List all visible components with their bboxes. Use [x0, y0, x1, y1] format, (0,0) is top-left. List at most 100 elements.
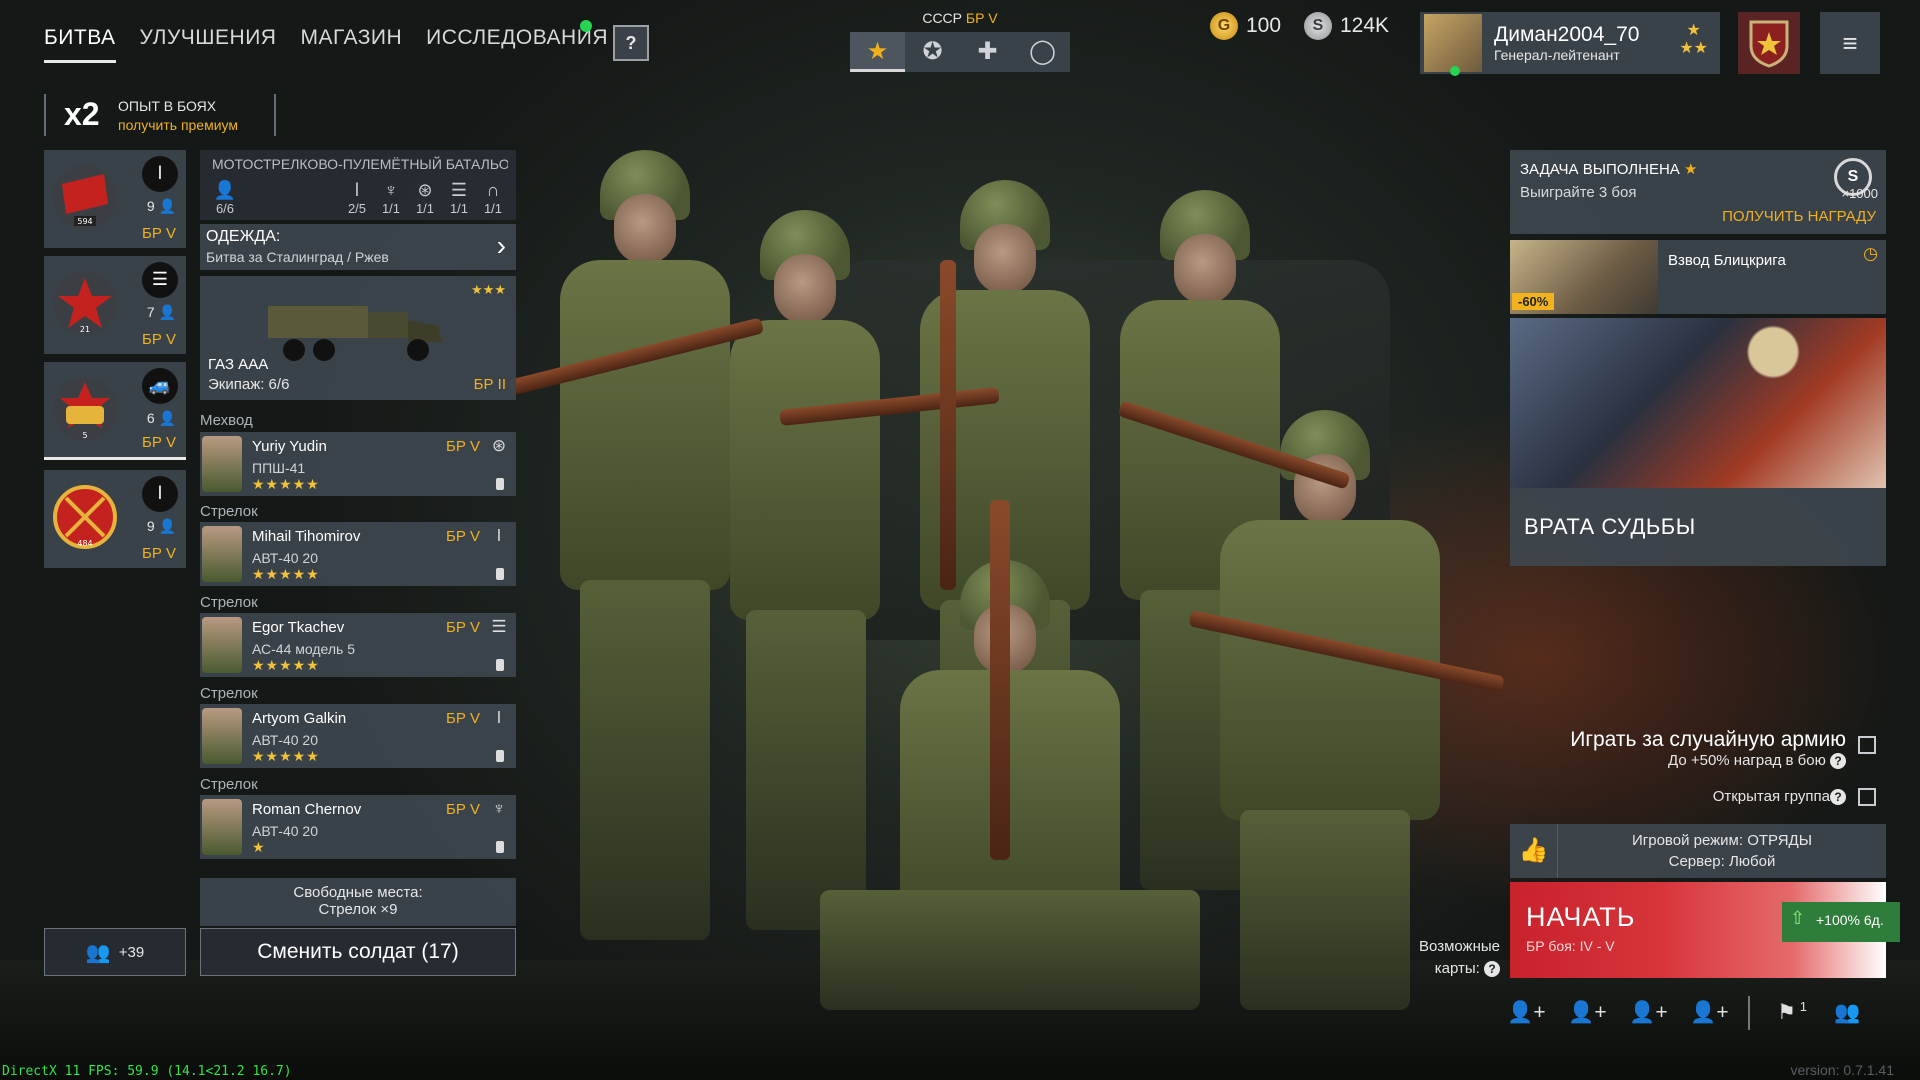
soviet-star-icon[interactable]: ★: [850, 32, 905, 72]
stat-driver: ⊛ 1/1: [408, 180, 442, 216]
discount-badge: -60%: [1512, 293, 1555, 310]
soldier-stars: ★★★★★: [252, 566, 320, 582]
random-army-checkbox[interactable]: [1858, 736, 1876, 754]
add-friend-icon[interactable]: 👤+: [1679, 994, 1740, 1032]
nation-selector: СССР БР V ★ ✪ ✚ ◯: [850, 10, 1070, 72]
tab-battle[interactable]: БИТВА: [44, 26, 116, 63]
task-card[interactable]: ЗАДАЧА ВЫПОЛНЕНА ★ Выиграйте 3 боя S ×10…: [1510, 150, 1886, 234]
squad-br: БР V: [141, 545, 176, 562]
soldier-name: Roman Chernov: [252, 801, 362, 818]
tab-research[interactable]: ИССЛЕДОВАНИЯ: [426, 26, 608, 63]
offer-card[interactable]: -60% Взвод Блицкрига ◷: [1510, 240, 1886, 314]
open-group-checkbox[interactable]: [1858, 788, 1876, 806]
version-label: version: 0.7.1.41: [1790, 1062, 1894, 1078]
squad-card-3[interactable]: 5 🚙 6 👤 БР V: [44, 362, 186, 460]
invite-friends-button[interactable]: 👥 +39: [44, 928, 186, 976]
soldier-row[interactable]: Yuriy Yudin ППШ-41 ★★★★★ БР V ⊛: [200, 432, 516, 496]
squad-count: 9: [146, 518, 155, 534]
soldier-br: БР V: [446, 710, 481, 727]
help-button[interactable]: ?: [613, 25, 649, 61]
squad-card-4[interactable]: 484 ǀ 9 👤 БР V: [44, 470, 186, 568]
flag-icon[interactable]: ⚑ 1: [1756, 994, 1817, 1032]
usa-star-icon[interactable]: ✚: [960, 32, 1015, 72]
japan-circle-icon[interactable]: ◯: [1015, 32, 1070, 72]
soldier-row[interactable]: Egor Tkachev АС-44 модель 5 ★★★★★ БР V ☰: [200, 613, 516, 677]
friends-group-icon[interactable]: 👥: [1817, 994, 1878, 1032]
german-cross-icon[interactable]: ✪: [905, 32, 960, 72]
soldier-name: Yuriy Yudin: [252, 438, 327, 455]
shield-icon: [1749, 20, 1789, 68]
soldier-portrait: [202, 617, 242, 673]
outfit-selector[interactable]: ОДЕЖДА: Битва за Сталинград / Ржев ›: [200, 224, 516, 270]
outfit-value: Битва за Сталинград / Ржев: [206, 249, 389, 265]
radio-icon: ☰: [450, 180, 468, 200]
grenade-icon: [496, 568, 504, 580]
steering-wheel-icon: ⊛: [417, 180, 433, 200]
person-icon: 👤: [158, 304, 176, 320]
silver-balance[interactable]: S 124K: [1304, 12, 1389, 40]
server-label: Сервер: Любой: [1668, 853, 1776, 870]
soldier-stars: ★★★★★: [252, 657, 320, 673]
truck-icon: [268, 306, 442, 361]
soldier-weapon: АВТ-40 20: [252, 823, 318, 839]
gold-balance[interactable]: G 100: [1210, 12, 1281, 40]
event-banner[interactable]: ВРАТА СУДЬБЫ: [1510, 318, 1886, 566]
question-icon[interactable]: ?: [1830, 753, 1846, 769]
game-mode-label: Игровой режим: ОТРЯДЫ: [1632, 832, 1812, 849]
engineer-icon: ♆: [492, 799, 506, 818]
claim-reward-link[interactable]: ПОЛУЧИТЬ НАГРАДУ: [1722, 208, 1876, 225]
maps-label-line2: карты:: [1434, 960, 1480, 977]
random-army-option: Играть за случайную армию До +50% наград…: [1570, 728, 1846, 769]
question-icon[interactable]: ?: [1830, 789, 1846, 805]
nation-br: БР V: [965, 10, 998, 26]
xp-boost-label: ОПЫТ В БОЯХ: [118, 98, 217, 114]
tab-shop[interactable]: МАГАЗИН: [300, 26, 402, 63]
start-battle-button[interactable]: НАЧАТЬ БР боя: IV - V ⇧ +100% 6д.: [1510, 882, 1900, 978]
squad-count: 6: [146, 410, 155, 426]
soldier-weapon: АВТ-40 20: [252, 550, 318, 566]
friends-group-icon: 👥: [85, 941, 111, 964]
game-mode-selector[interactable]: 👍 Игровой режим: ОТРЯДЫ Сервер: Любой: [1510, 824, 1886, 878]
person-icon: 👤: [158, 518, 176, 534]
clock-icon: ◷: [1863, 244, 1878, 263]
free-slots[interactable]: Свободные места: Стрелок ×9: [200, 878, 516, 926]
event-artwork: [1510, 318, 1886, 488]
vehicle-name: ГАЗ ААА: [208, 356, 269, 373]
squad-br: БР V: [141, 434, 176, 451]
swap-soldiers-button[interactable]: Сменить солдат (17): [200, 928, 516, 976]
xp-bonus-value: +100% 6д.: [1816, 912, 1884, 928]
add-friend-icon[interactable]: 👤+: [1496, 994, 1557, 1032]
fps-counter: DirectX 11 FPS: 59.9 (14.1<21.2 16.7): [2, 1064, 292, 1079]
offer-thumbnail: -60%: [1510, 240, 1658, 314]
get-premium-link[interactable]: получить премиум: [118, 117, 238, 133]
question-icon[interactable]: ?: [1484, 961, 1500, 977]
thumbs-up-icon[interactable]: 👍: [1510, 824, 1558, 878]
hamburger-menu-button[interactable]: ≡: [1820, 12, 1880, 74]
outfit-title: ОДЕЖДА:: [206, 228, 281, 245]
squad-count: 9: [146, 198, 155, 214]
grenade-icon: [496, 750, 504, 762]
add-friend-icon[interactable]: 👤+: [1557, 994, 1618, 1032]
possible-maps: Возможные карты: ?: [1400, 936, 1500, 980]
stat-headset: ∩ 1/1: [476, 180, 510, 216]
soldier-weapon: АВТ-40 20: [252, 732, 318, 748]
vehicle-card[interactable]: ★★★ ГАЗ ААА Экипаж: 6/6 БР II: [200, 276, 516, 400]
soldier-br: БР V: [446, 801, 481, 818]
stat-engineer: ♆ 1/1: [374, 180, 408, 216]
nation-label: СССР: [922, 10, 962, 26]
xp-boost-banner[interactable]: x2 ОПЫТ В БОЯХ получить премиум: [44, 94, 276, 136]
soldier-row[interactable]: Artyom Galkin АВТ-40 20 ★★★★★ БР V ǀ: [200, 704, 516, 768]
squad-card-1[interactable]: 594 ǀ 9 👤 БР V: [44, 150, 186, 248]
squad-vehicle-emblem-icon: 5: [53, 377, 117, 441]
soldier-row[interactable]: Mihail Tihomirov АВТ-40 20 ★★★★★ БР V ǀ: [200, 522, 516, 586]
tab-upgrades[interactable]: УЛУЧШЕНИЯ: [140, 26, 277, 63]
rifle-icon: ǀ: [142, 476, 178, 512]
squad-card-2[interactable]: 21 ☰ 7 👤 БР V: [44, 256, 186, 354]
player-profile[interactable]: Диман2004_70 Генерал-лейтенант ★ ★★: [1420, 12, 1720, 76]
vehicle-br: БР II: [473, 376, 506, 393]
soldier-row[interactable]: Roman Chernov АВТ-40 20 ★ БР V ♆: [200, 795, 516, 859]
clan-shield-button[interactable]: [1738, 12, 1800, 74]
open-group-option: Открытая группа?: [1713, 788, 1846, 805]
add-friend-icon[interactable]: 👤+: [1618, 994, 1679, 1032]
event-title: ВРАТА СУДЬБЫ: [1524, 514, 1696, 539]
